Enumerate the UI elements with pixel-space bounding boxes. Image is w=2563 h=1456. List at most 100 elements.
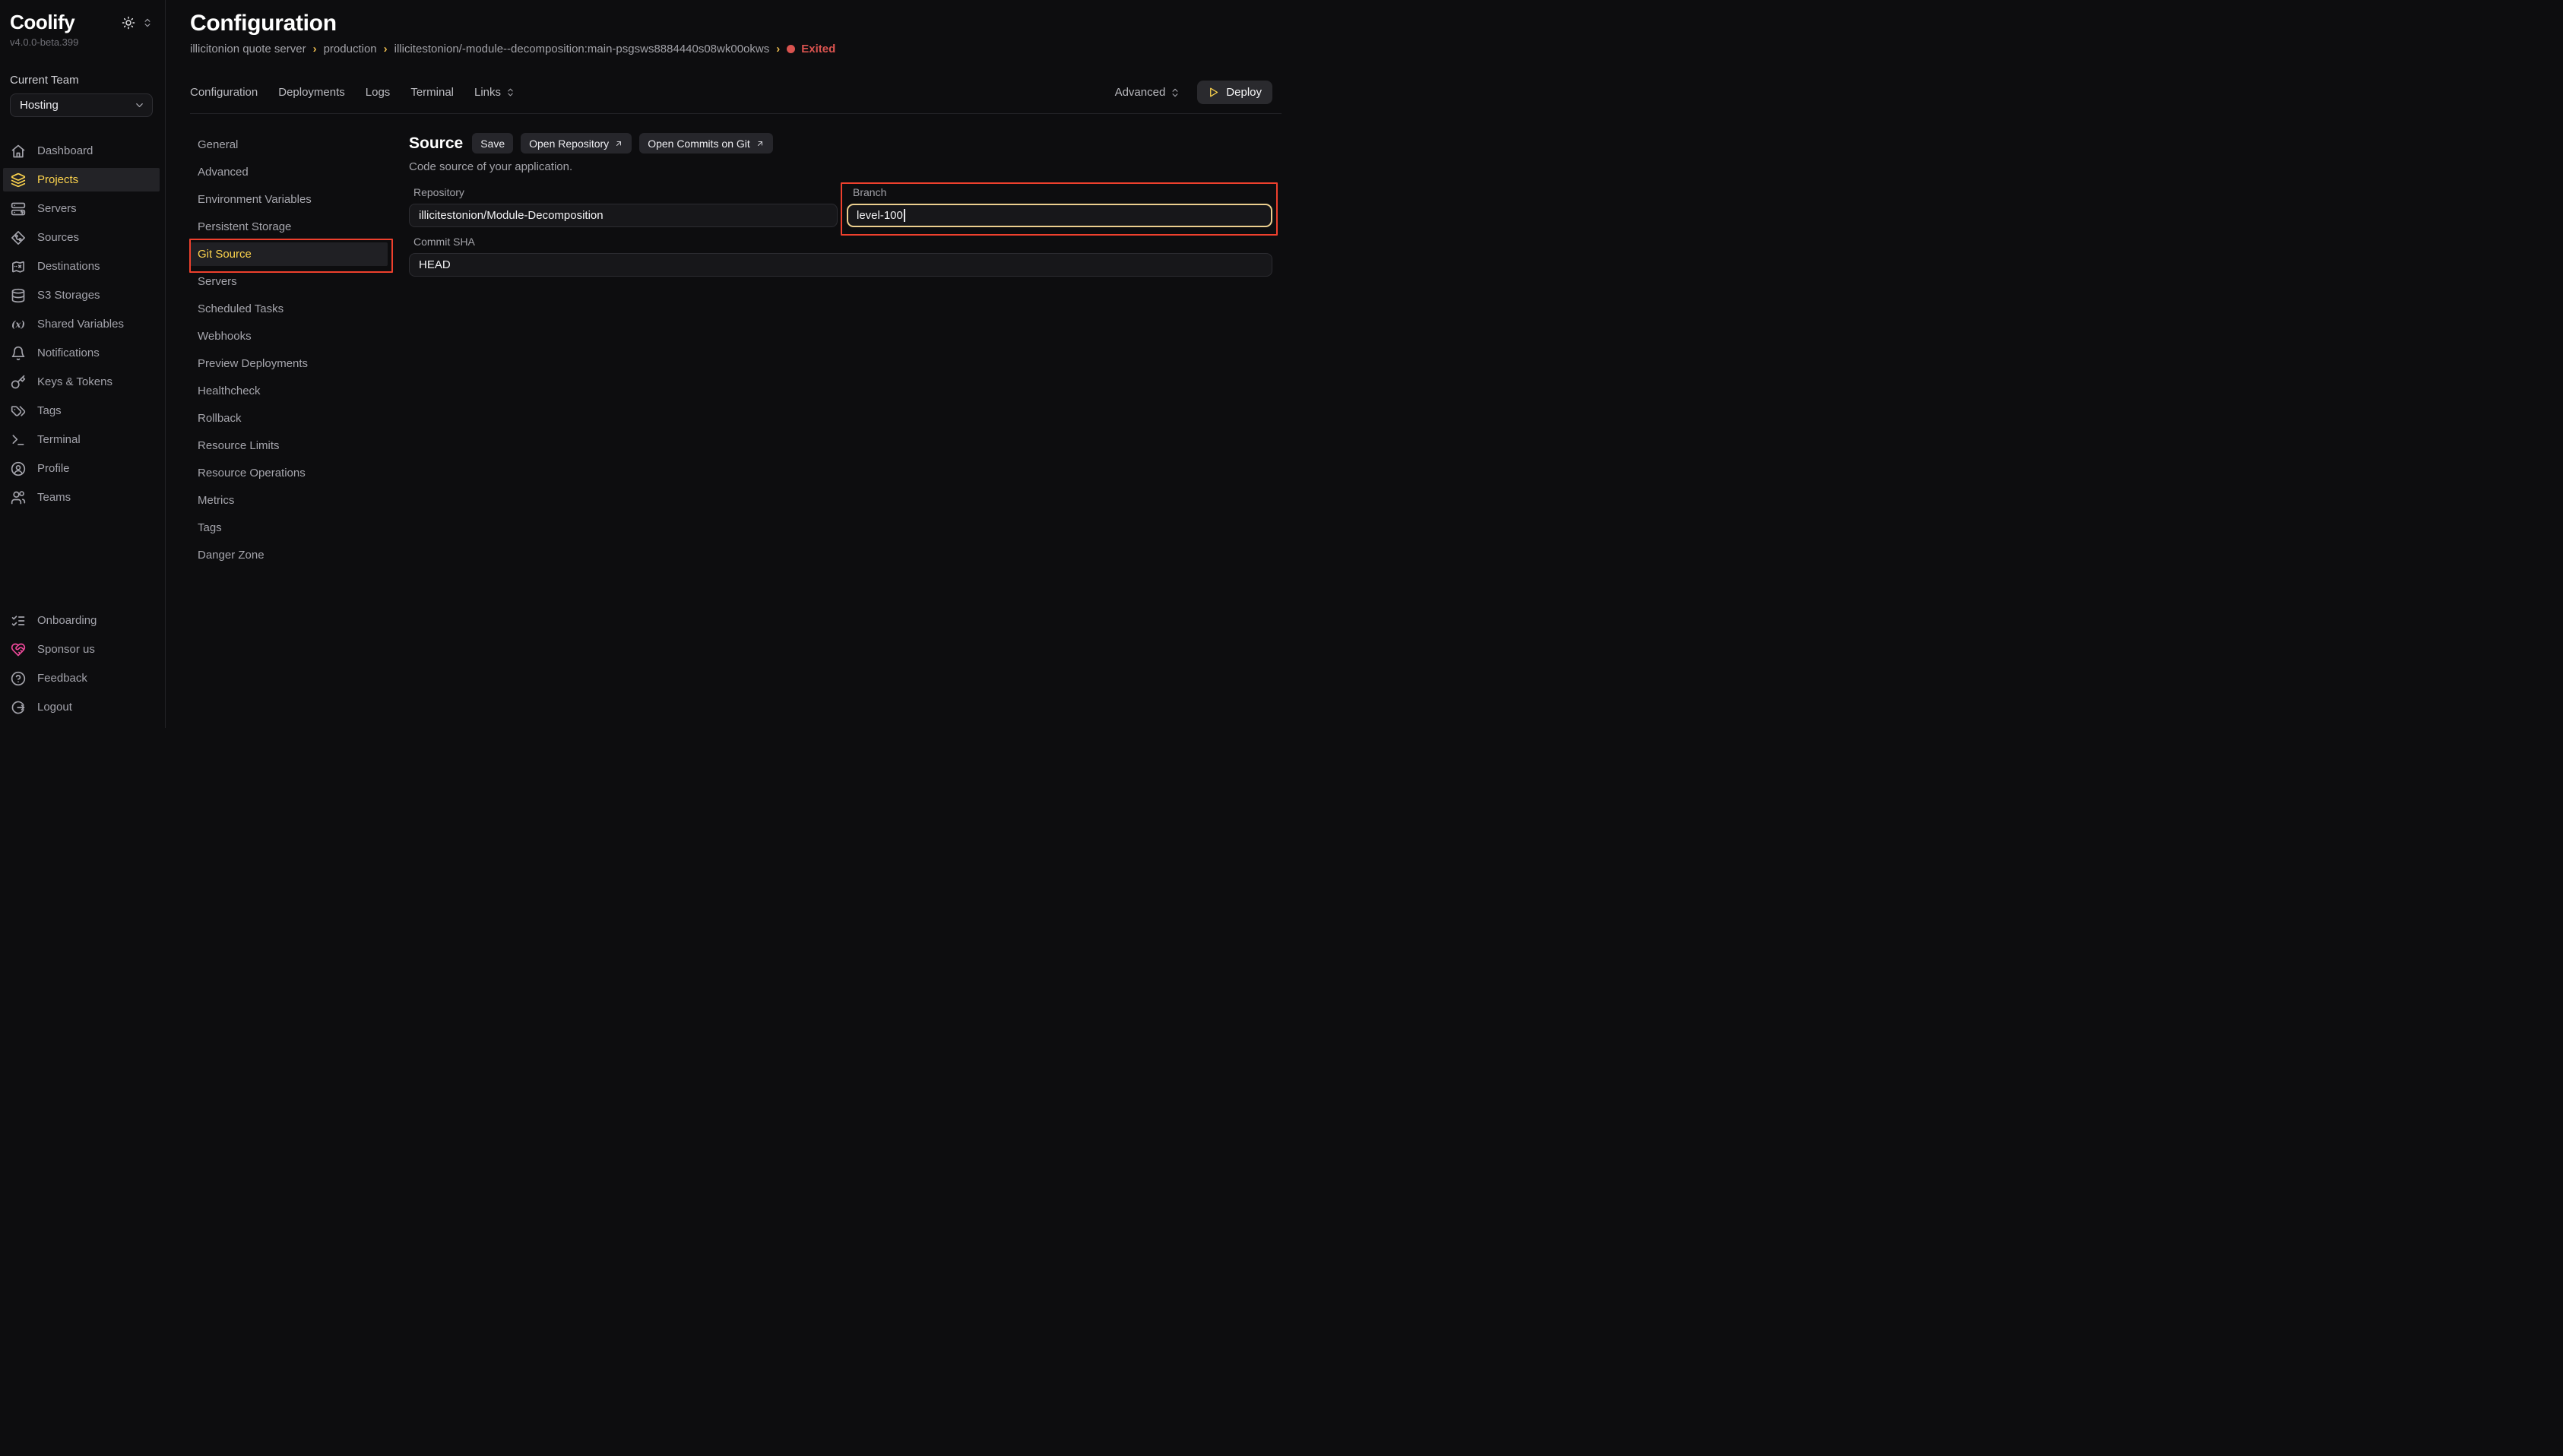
sidebar-footer-nav: Onboarding Sponsor us Feedback Logout bbox=[0, 609, 165, 719]
chevron-right-icon: › bbox=[313, 43, 317, 55]
map-icon bbox=[11, 259, 26, 274]
sidebar-item-servers[interactable]: Servers bbox=[3, 197, 160, 220]
arrow-up-right-icon bbox=[614, 139, 623, 148]
sidebar-item-projects[interactable]: Projects bbox=[3, 168, 160, 191]
sidebar-item-onboarding[interactable]: Onboarding bbox=[3, 609, 160, 632]
breadcrumb-item[interactable]: production bbox=[324, 43, 377, 55]
sun-icon[interactable] bbox=[122, 16, 135, 30]
heart-handshake-icon bbox=[11, 642, 26, 657]
breadcrumb: illicitonion quote server › production › ill… bbox=[190, 43, 1272, 55]
subnav-item-scheduled-tasks[interactable]: Scheduled Tasks bbox=[190, 297, 388, 321]
sidebar-item-profile[interactable]: Profile bbox=[3, 457, 160, 480]
sidebar-item-teams[interactable]: Teams bbox=[3, 486, 160, 509]
git-source-icon bbox=[11, 230, 26, 245]
tab-label: Configuration bbox=[190, 86, 258, 99]
sidebar-item-feedback[interactable]: Feedback bbox=[3, 666, 160, 690]
sidebar-item-keys-tokens[interactable]: Keys & Tokens bbox=[3, 370, 160, 394]
database-icon bbox=[11, 288, 26, 303]
checklist-icon bbox=[11, 613, 26, 628]
terminal-icon bbox=[11, 432, 26, 448]
subnav-item-tags[interactable]: Tags bbox=[190, 516, 388, 540]
sidebar-item-label: Keys & Tokens bbox=[37, 375, 112, 388]
commit-sha-input[interactable] bbox=[409, 253, 1272, 277]
sidebar: Coolify v4.0.0-beta.399 Current Team Hos… bbox=[0, 0, 166, 728]
subnav-item-danger-zone[interactable]: Danger Zone bbox=[190, 543, 388, 567]
open-repository-button[interactable]: Open Repository bbox=[521, 133, 632, 154]
branch-input[interactable]: level-100 bbox=[847, 204, 1272, 227]
chevron-right-icon: › bbox=[776, 43, 780, 55]
tab-label: Logs bbox=[366, 86, 391, 99]
subnav-item-metrics[interactable]: Metrics bbox=[190, 489, 388, 512]
sidebar-item-shared-variables[interactable]: (x)Shared Variables bbox=[3, 312, 160, 336]
breadcrumb-item[interactable]: illicitonion quote server bbox=[190, 43, 306, 55]
sidebar-item-terminal[interactable]: Terminal bbox=[3, 428, 160, 451]
settings-subnav: General Advanced Environment Variables Pers… bbox=[190, 133, 388, 567]
sidebar-item-label: Tags bbox=[37, 404, 62, 417]
tabs-row: Configuration Deployments Logs Terminal Link… bbox=[190, 81, 1272, 104]
subnav-item-resource-operations[interactable]: Resource Operations bbox=[190, 461, 388, 485]
status-label: Exited bbox=[801, 43, 835, 55]
sidebar-item-label: Onboarding bbox=[37, 614, 97, 627]
sidebar-item-logout[interactable]: Logout bbox=[3, 695, 160, 719]
subnav-item-git-source[interactable]: Git Source bbox=[190, 242, 388, 266]
chevrons-up-down-icon bbox=[1170, 87, 1180, 98]
tabs-divider bbox=[190, 113, 1282, 114]
sidebar-item-notifications[interactable]: Notifications bbox=[3, 341, 160, 365]
commit-sha-field: Commit SHA bbox=[409, 236, 1272, 277]
sidebar-item-s3-storages[interactable]: S3 Storages bbox=[3, 283, 160, 307]
source-section: Source Save Open Repository Open Commits… bbox=[409, 133, 1272, 567]
tab-label: Terminal bbox=[410, 86, 454, 99]
tab-links[interactable]: Links bbox=[474, 86, 515, 99]
subnav-item-advanced[interactable]: Advanced bbox=[190, 160, 388, 184]
layers-icon bbox=[11, 173, 26, 188]
server-icon bbox=[11, 201, 26, 217]
sidebar-item-sponsor-us[interactable]: Sponsor us bbox=[3, 638, 160, 661]
subnav-item-persistent-storage[interactable]: Persistent Storage bbox=[190, 215, 388, 239]
chevrons-up-down-icon[interactable] bbox=[142, 17, 153, 28]
sidebar-item-destinations[interactable]: Destinations bbox=[3, 255, 160, 278]
chevron-down-icon bbox=[134, 100, 145, 111]
chevrons-up-down-icon bbox=[505, 87, 515, 97]
open-commits-button[interactable]: Open Commits on Git bbox=[639, 133, 773, 154]
tabs: Configuration Deployments Logs Terminal Link… bbox=[190, 86, 515, 99]
commit-sha-label: Commit SHA bbox=[413, 236, 1272, 248]
sidebar-item-label: Shared Variables bbox=[37, 318, 124, 331]
team-select[interactable]: Hosting bbox=[10, 93, 153, 117]
subnav-item-servers[interactable]: Servers bbox=[190, 270, 388, 293]
sidebar-item-sources[interactable]: Sources bbox=[3, 226, 160, 249]
subnav-item-label: Git Source bbox=[198, 248, 252, 261]
sidebar-item-label: Logout bbox=[37, 701, 72, 714]
subnav-item-general[interactable]: General bbox=[190, 133, 388, 157]
tab-logs[interactable]: Logs bbox=[366, 86, 391, 99]
deploy-button[interactable]: Deploy bbox=[1197, 81, 1272, 104]
subnav-item-healthcheck[interactable]: Healthcheck bbox=[190, 379, 388, 403]
tab-deployments[interactable]: Deployments bbox=[278, 86, 345, 99]
save-button[interactable]: Save bbox=[472, 133, 513, 154]
page-title: Configuration bbox=[190, 11, 1272, 36]
advanced-dropdown[interactable]: Advanced bbox=[1115, 86, 1181, 99]
subnav-item-label: Tags bbox=[198, 521, 222, 534]
sidebar-item-label: Sources bbox=[37, 231, 79, 244]
sidebar-item-label: Projects bbox=[37, 173, 78, 186]
tab-configuration[interactable]: Configuration bbox=[190, 86, 258, 99]
subnav-item-label: Scheduled Tasks bbox=[198, 302, 284, 315]
tab-terminal[interactable]: Terminal bbox=[410, 86, 454, 99]
subnav-item-label: Advanced bbox=[198, 166, 249, 179]
sidebar-item-label: Terminal bbox=[37, 433, 81, 446]
subnav-item-webhooks[interactable]: Webhooks bbox=[190, 324, 388, 348]
subnav-item-rollback[interactable]: Rollback bbox=[190, 407, 388, 430]
sidebar-item-label: Sponsor us bbox=[37, 643, 95, 656]
app-logo: Coolify bbox=[10, 11, 74, 34]
sidebar-item-label: Servers bbox=[37, 202, 77, 215]
breadcrumb-item[interactable]: illicitestonion/-module--decomposition:m… bbox=[394, 43, 770, 55]
advanced-label: Advanced bbox=[1115, 86, 1166, 99]
sidebar-item-dashboard[interactable]: Dashboard bbox=[3, 139, 160, 163]
branch-field: Branch level-100 bbox=[847, 186, 1272, 227]
repository-input[interactable] bbox=[409, 204, 838, 227]
sidebar-item-tags[interactable]: Tags bbox=[3, 399, 160, 423]
subnav-item-label: Rollback bbox=[198, 412, 242, 425]
source-heading: Source bbox=[409, 135, 463, 153]
subnav-item-preview-deployments[interactable]: Preview Deployments bbox=[190, 352, 388, 375]
subnav-item-environment-variables[interactable]: Environment Variables bbox=[190, 188, 388, 211]
subnav-item-resource-limits[interactable]: Resource Limits bbox=[190, 434, 388, 457]
